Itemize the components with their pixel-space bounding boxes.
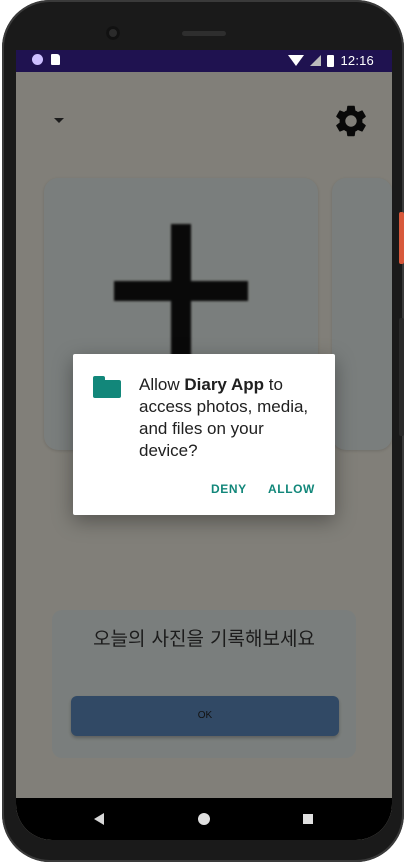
status-bar: 12:16 [16,50,392,72]
back-icon[interactable] [94,813,104,825]
earpiece-speaker [182,31,226,36]
home-icon[interactable] [198,813,210,825]
screen: 12:16 오늘의 사진을 기록해보세요 OK Allow Diary App … [16,50,392,840]
deny-button[interactable]: DENY [211,482,247,496]
front-camera-icon [106,26,120,40]
wifi-icon [288,55,305,66]
power-button [399,212,404,264]
permission-dialog: Allow Diary App to access photos, media,… [73,354,335,515]
sd-card-icon [51,54,60,65]
notification-dot-icon [32,54,43,65]
recents-icon[interactable] [303,814,313,824]
phone-frame: 12:16 오늘의 사진을 기록해보세요 OK Allow Diary App … [2,0,404,862]
signal-icon [310,55,322,66]
folder-icon [93,376,121,398]
status-time: 12:16 [340,53,374,68]
navigation-bar [16,798,392,840]
dialog-message-prefix: Allow [139,375,185,394]
battery-icon [327,54,335,67]
dialog-app-name: Diary App [184,375,265,394]
dialog-message: Allow Diary App to access photos, media,… [139,374,323,462]
allow-button[interactable]: ALLOW [268,482,315,496]
volume-button [399,318,404,436]
